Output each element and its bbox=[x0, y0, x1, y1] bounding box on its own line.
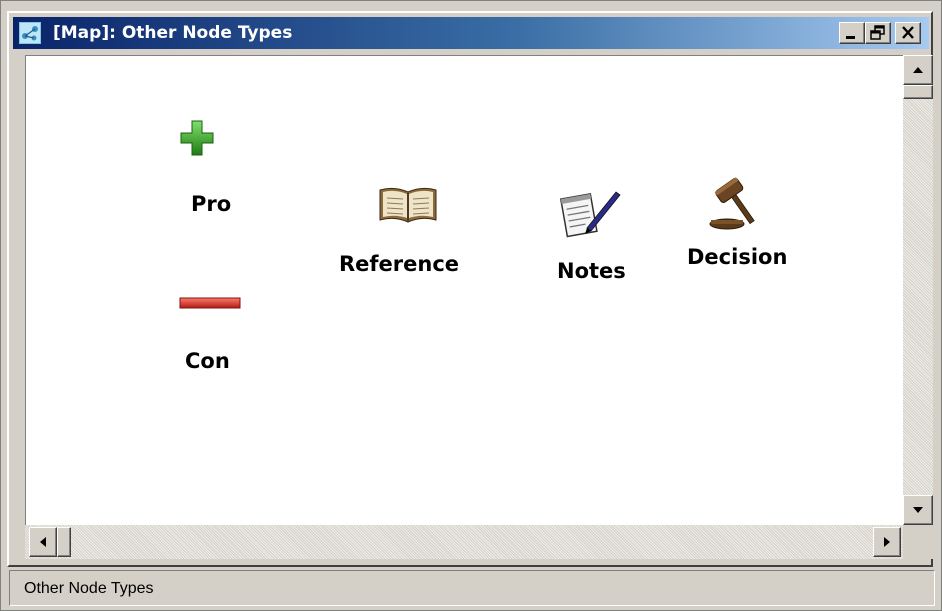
horizontal-scroll-thumb[interactable] bbox=[57, 527, 71, 557]
vertical-scroll-thumb[interactable] bbox=[903, 85, 933, 99]
scroll-right-button[interactable] bbox=[873, 527, 901, 557]
arrow-left-icon bbox=[40, 537, 46, 547]
map-window-icon bbox=[19, 22, 41, 44]
arrow-right-icon bbox=[884, 537, 890, 547]
title-bar[interactable]: [Map]: Other Node Types bbox=[13, 17, 929, 49]
status-bar: Other Node Types bbox=[9, 570, 935, 606]
node-label-notes: Notes bbox=[557, 259, 626, 283]
node-label-reference: Reference bbox=[339, 252, 460, 276]
minimize-button[interactable] bbox=[839, 22, 865, 44]
restore-button[interactable] bbox=[865, 22, 891, 44]
map-canvas[interactable]: Pro Con Reference Notes Decision bbox=[25, 55, 904, 526]
scroll-up-button[interactable] bbox=[903, 55, 933, 85]
status-text: Other Node Types bbox=[24, 580, 154, 597]
scroll-left-button[interactable] bbox=[29, 527, 57, 557]
minimize-icon bbox=[846, 36, 855, 39]
scroll-down-button[interactable] bbox=[903, 495, 933, 525]
scrollbar-corner bbox=[903, 525, 933, 559]
arrow-up-icon bbox=[913, 67, 923, 73]
close-icon bbox=[902, 26, 914, 39]
node-label-pro: Pro bbox=[191, 192, 232, 216]
horizontal-scrollbar[interactable] bbox=[25, 525, 903, 559]
gavel-icon bbox=[709, 177, 755, 230]
node-label-decision: Decision bbox=[687, 245, 788, 269]
arrow-down-icon bbox=[913, 507, 923, 513]
plus-icon bbox=[180, 120, 214, 156]
vertical-scrollbar[interactable] bbox=[903, 55, 933, 525]
window-title: [Map]: Other Node Types bbox=[53, 23, 293, 43]
node-label-con: Con bbox=[185, 349, 230, 373]
map-window: [Map]: Other Node Types Pro Con Referenc… bbox=[0, 0, 942, 611]
restore-icon bbox=[870, 25, 885, 40]
minus-icon bbox=[179, 297, 241, 309]
book-icon bbox=[379, 187, 437, 223]
notepad-pen-icon bbox=[560, 191, 621, 238]
close-button[interactable] bbox=[895, 22, 921, 44]
